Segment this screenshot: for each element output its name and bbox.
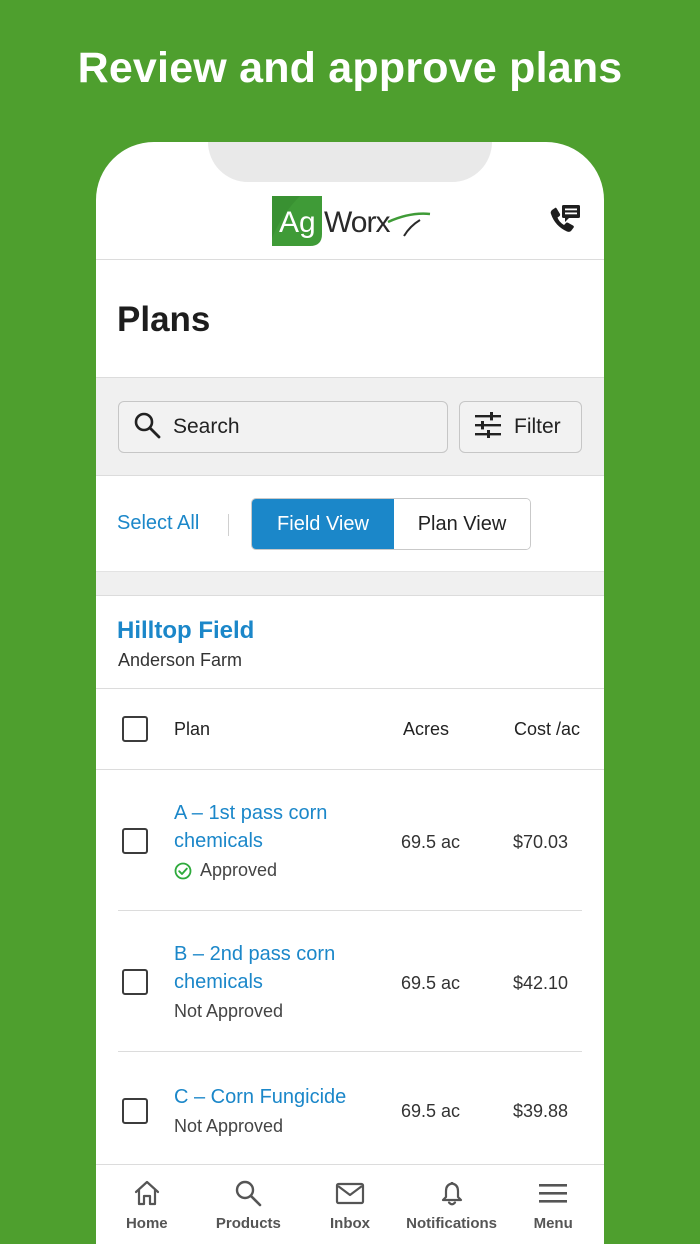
- nav-inbox[interactable]: Inbox: [299, 1165, 401, 1244]
- table-header: Plan Acres Cost /ac: [96, 689, 604, 770]
- section-spacer: [96, 572, 604, 596]
- promo-headline: Review and approve plans: [77, 44, 623, 92]
- toolbar-divider: [228, 514, 229, 536]
- check-circle-icon: [174, 862, 192, 880]
- plan-name-link[interactable]: A – 1st pass corn chemicals: [174, 799, 374, 855]
- nav-label: Inbox: [329, 1215, 370, 1232]
- plan-status: Approved: [174, 860, 277, 881]
- plan-acres: 69.5 ac: [401, 973, 461, 993]
- page-title: Plans: [117, 300, 211, 339]
- column-header-plan: Plan: [174, 719, 211, 739]
- select-all-link[interactable]: Select All: [117, 512, 199, 535]
- search-icon: [234, 1179, 262, 1212]
- phone-notch: [208, 142, 492, 182]
- row-checkbox[interactable]: [122, 969, 148, 995]
- nav-label: Products: [215, 1215, 281, 1232]
- nav-menu[interactable]: Menu: [502, 1165, 604, 1244]
- search-bar: Search Filter: [96, 378, 604, 476]
- field-name-link[interactable]: Hilltop Field: [117, 617, 254, 645]
- plan-cost: $39.88: [513, 1101, 569, 1121]
- phone-frame: Ag Worx Plans Search Filter Select All F…: [96, 142, 604, 1244]
- svg-text:Ag: Ag: [279, 206, 316, 239]
- plan-status-text: Approved: [200, 860, 278, 880]
- nav-notifications[interactable]: Notifications: [401, 1165, 503, 1244]
- view-segmented-control: Field View Plan View: [251, 498, 531, 550]
- view-toolbar: Select All Field View Plan View: [96, 476, 604, 572]
- agworx-logo: Ag Worx: [270, 194, 434, 248]
- phone-message-icon: [547, 204, 581, 241]
- plan-status-text: Not Approved: [174, 1001, 284, 1021]
- plan-name-line2: chemicals: [174, 971, 263, 993]
- nav-label: Notifications: [406, 1215, 497, 1232]
- mail-icon: [335, 1179, 365, 1212]
- plan-status-text: Not Approved: [174, 1116, 284, 1136]
- table-row: A – 1st pass corn chemicals Approved 69.…: [96, 770, 604, 911]
- home-icon: [133, 1179, 161, 1212]
- filter-button[interactable]: Filter: [459, 401, 582, 453]
- nav-home[interactable]: Home: [96, 1165, 198, 1244]
- row-checkbox[interactable]: [122, 828, 148, 854]
- plan-name-line2: chemicals: [174, 830, 263, 852]
- nav-products[interactable]: Products: [198, 1165, 300, 1244]
- plan-name-line1: B – 2nd pass corn: [174, 943, 336, 965]
- page-header: Plans: [96, 260, 604, 378]
- plan-view-tab[interactable]: Plan View: [394, 499, 530, 549]
- row-checkbox[interactable]: [122, 1098, 148, 1124]
- svg-text:Worx: Worx: [324, 206, 390, 239]
- select-all-checkbox[interactable]: [122, 716, 148, 742]
- nav-label: Menu: [533, 1215, 573, 1232]
- app-bar: Ag Worx: [96, 182, 604, 260]
- plan-name-link[interactable]: C – Corn Fungicide: [174, 1083, 374, 1111]
- table-row: B – 2nd pass corn chemicals Not Approved…: [96, 911, 604, 1052]
- column-header-acres: Acres: [403, 719, 450, 739]
- search-placeholder: Search: [173, 415, 240, 438]
- plan-name-line1: A – 1st pass corn: [174, 802, 328, 824]
- farm-name: Anderson Farm: [118, 650, 243, 670]
- plan-cost: $70.03: [513, 832, 569, 852]
- field-view-tab[interactable]: Field View: [252, 499, 394, 549]
- bottom-nav: Home Products Inbox Notifications Menu: [96, 1164, 604, 1244]
- plan-name-link[interactable]: B – 2nd pass corn chemicals: [174, 940, 374, 996]
- plan-acres: 69.5 ac: [401, 832, 461, 852]
- search-icon: [133, 411, 161, 444]
- hamburger-icon: [537, 1179, 569, 1212]
- nav-label: Home: [125, 1215, 168, 1232]
- column-header-cost: Cost /ac: [514, 719, 581, 739]
- field-header: Hilltop Field Anderson Farm: [96, 597, 604, 689]
- plan-cost: $42.10: [513, 973, 569, 993]
- table-row: C – Corn Fungicide Not Approved 69.5 ac …: [96, 1052, 604, 1164]
- contact-button[interactable]: [544, 202, 584, 242]
- filter-label: Filter: [514, 415, 561, 438]
- search-input[interactable]: Search: [118, 401, 448, 453]
- filter-sliders-icon: [474, 411, 502, 443]
- plan-acres: 69.5 ac: [401, 1101, 461, 1121]
- bell-icon: [438, 1179, 466, 1212]
